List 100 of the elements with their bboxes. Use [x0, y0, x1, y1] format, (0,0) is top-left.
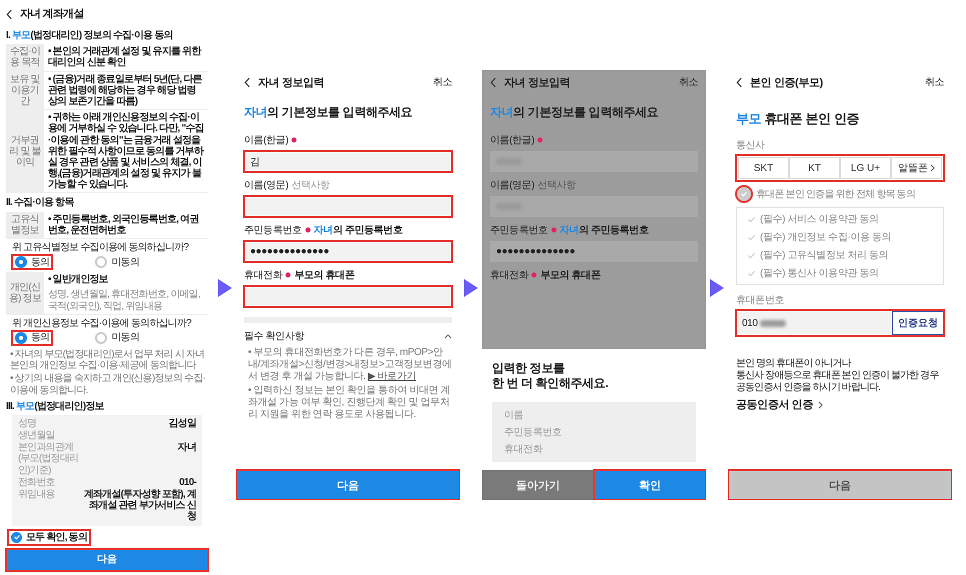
field-label: 이름(한글): [490, 134, 534, 147]
screen-title: 자녀 계좌개설: [20, 8, 84, 20]
info-label: 생년월일: [18, 430, 56, 442]
shortcut-link[interactable]: ▶ 바로가기: [368, 371, 416, 382]
confirm-button[interactable]: 확인: [594, 470, 706, 500]
field-hint: 부모의 휴대폰: [540, 269, 600, 282]
field-label: 주민등록번호: [490, 224, 548, 237]
radio-icon[interactable]: [15, 332, 27, 344]
cancel-link[interactable]: 취소: [924, 75, 944, 89]
field-label: 이름(한글): [244, 134, 288, 147]
check-icon[interactable]: [747, 214, 756, 224]
cancel-link[interactable]: 취소: [432, 75, 452, 89]
agree-all-checkbox[interactable]: [736, 186, 752, 202]
input-field[interactable]: 김: [244, 151, 452, 172]
screen-title: 자녀 정보입력: [258, 76, 324, 90]
back-icon[interactable]: [6, 8, 13, 20]
field-hint: 선택사항: [291, 179, 330, 192]
check-icon[interactable]: [747, 250, 756, 260]
field-hint: 부모의 휴대폰: [294, 269, 354, 282]
info-label: 위임내용: [18, 489, 56, 502]
row-text: • 주민등록번호, 외국인등록번호, 여권번호, 운전면허번호: [47, 212, 200, 238]
phone-field[interactable]: 010 인증요청: [736, 310, 944, 336]
arrow-icon: [710, 278, 724, 296]
cancel-link[interactable]: 취소: [678, 75, 698, 89]
row-label: 고유식별정보: [6, 212, 44, 238]
field-label: 휴대폰번호: [736, 294, 786, 307]
field-hint: 자녀의 주민등록번호: [314, 224, 402, 237]
back-button[interactable]: 돌아가기: [482, 470, 594, 500]
field-label: 주민등록번호: [244, 224, 302, 237]
notice-text: • 부모의 휴대전화번호가 다른 경우, mPOP>안내/계좌개설>신청/변경>내정보>고객정보변경에서 변경 후 개설 가능합니다. ▶ 바로가기: [247, 347, 452, 383]
arrow-icon: [218, 278, 232, 296]
check-icon: [740, 190, 748, 198]
row-label: 보유 및 이용기간: [6, 72, 44, 110]
check-icon[interactable]: [747, 232, 756, 242]
page-heading: 자녀의 기본정보를 입력해주세요: [244, 104, 414, 121]
request-code-button[interactable]: 인증요청: [892, 311, 944, 335]
terms-item[interactable]: (필수) 개인정보 수집·이용 동의: [760, 230, 892, 244]
screen-title: 본인 인증(부모): [750, 76, 823, 90]
info-value: 김성일: [167, 418, 196, 430]
radio-option[interactable]: 미동의: [92, 330, 142, 345]
row-label: 개인(신용) 정보: [6, 272, 44, 314]
row-text: • (금융)거래 종료일로부터 5년(단, 다른 관련 법령에 해당하는 경우 해당 법령상의 보존기간을 따름): [47, 72, 203, 109]
radio-icon[interactable]: [15, 256, 27, 268]
field-label: 휴대전화: [244, 269, 282, 282]
field-label: 휴대전화: [490, 269, 528, 282]
sheet-title: 입력한 정보를 한 번 더 확인해주세요.: [492, 360, 610, 392]
certificate-link[interactable]: 공동인증서 인증: [736, 397, 813, 412]
field-hint: 선택사항: [537, 179, 576, 192]
radio-option[interactable]: 동의: [12, 255, 52, 270]
carrier-button[interactable]: 알뜰폰: [891, 157, 942, 179]
summary-item: 휴대전화: [504, 443, 544, 456]
check-icon[interactable]: [11, 532, 22, 543]
note-text: • 자녀의 부모(법정대리인)로서 업무 처리 시 자녀 본인의 개인정보 수집·이용·제공에 동의합니다: [10, 348, 206, 372]
carrier-button[interactable]: LG U+: [840, 157, 891, 179]
input-field[interactable]: ●●●●●●●●●●●●●●: [244, 241, 452, 262]
radio-option[interactable]: 미동의: [92, 255, 142, 270]
summary-item: 이름: [504, 409, 524, 422]
question-text: 위 개인신용정보 수집·이용에 동의하십니까?: [12, 318, 192, 329]
notice-text: • 입력하신 정보는 본인 확인을 통하여 비대면 계좌개설 가능 여부 확인, 진행단계 확인 및 업무처리 지원을 위한 연락 용도로 사용됩니다.: [247, 385, 452, 421]
terms-item[interactable]: (필수) 통신사 이용약관 동의: [760, 266, 879, 280]
row-label: 거부권리 및 불이익: [6, 110, 44, 192]
arrow-icon: [464, 278, 478, 296]
section-heading: III. 부모(법정대리인)정보: [6, 400, 105, 412]
info-label: 본인과의관계 (부모(법정대리인)기준): [18, 442, 80, 476]
radio-option[interactable]: 동의: [12, 330, 52, 345]
row-text: • 본인의 거래관계 설정 및 유지를 위한 대리인의 신분 확인: [47, 45, 202, 70]
next-button[interactable]: 다음: [236, 470, 460, 500]
terms-item[interactable]: (필수) 고유식별정보 처리 동의: [760, 248, 888, 262]
agree-all-label: 휴대폰 본인 인증을 위한 전체 항목 동의: [756, 188, 916, 201]
page-heading: 부모 휴대폰 본인 인증: [736, 110, 860, 128]
chevron-icon[interactable]: [444, 334, 452, 338]
agree-all-checkbox[interactable]: 모두 확인, 동의: [8, 530, 90, 545]
carrier-button[interactable]: SKT: [738, 157, 789, 179]
row-text: • 일반개인정보: [47, 273, 109, 288]
back-icon[interactable]: [244, 76, 251, 88]
section-heading: I. 부모(법정대리인) 정보의 수집·이용 동의: [6, 30, 174, 42]
back-icon[interactable]: [736, 76, 743, 88]
info-label: 전화번호: [18, 476, 56, 488]
next-button[interactable]: 다음: [6, 549, 208, 571]
section-heading: II. 수집·이용 항목: [6, 197, 75, 209]
row-text: • 귀하는 아래 개인신용정보의 수집·이용에 거부하실 수 있습니다. 다만, "수집·이용에 관한 동의"는 금융거래 설정을 위한 필수적 사항이므로 동의를 거부하실 경우 관련 상품 및 서비스의 체결, 이행,(금융)거래관계의 설정 및 유지가 불가능할 수 있습니다.: [47, 111, 205, 192]
field-hint: 자녀의 주민등록번호: [560, 224, 648, 237]
field-label: 이름(영문): [490, 179, 534, 192]
page-heading: 자녀의 기본정보를 입력해주세요: [490, 104, 660, 121]
notice-title: 필수 확인사항: [244, 330, 304, 343]
info-text: 본인 명의 휴대폰이 아니거나 통신사 장애등으로 휴대폰 본인 인증이 불가한 경우 공동인증서 인증을 하시기 바랍니다.: [736, 358, 940, 394]
info-value: 010-: [178, 476, 196, 488]
check-icon[interactable]: [747, 268, 756, 278]
note-text: • 상기의 내용을 숙지하고 개인(신용)정보의 수집·이용에 동의합니다.: [10, 373, 206, 396]
input-field[interactable]: ●●●●●●●●●●●●●●: [490, 241, 698, 262]
row-text: 성명, 생년월일, 휴대전화번호, 이메일, 국적(외국인), 직업, 위임내용: [47, 288, 201, 314]
info-value: 계좌개설(투자성향 포함), 계좌개설 관련 부가서비스 신청: [82, 489, 196, 523]
radio-icon[interactable]: [95, 332, 108, 344]
input-field[interactable]: [244, 286, 452, 307]
carrier-label: 통신사: [736, 139, 766, 152]
chevron-icon: [818, 400, 823, 408]
radio-icon[interactable]: [95, 256, 108, 268]
carrier-button[interactable]: KT: [789, 157, 840, 179]
input-field[interactable]: [244, 196, 452, 217]
terms-item[interactable]: (필수) 서비스 이용약관 동의: [760, 212, 879, 226]
